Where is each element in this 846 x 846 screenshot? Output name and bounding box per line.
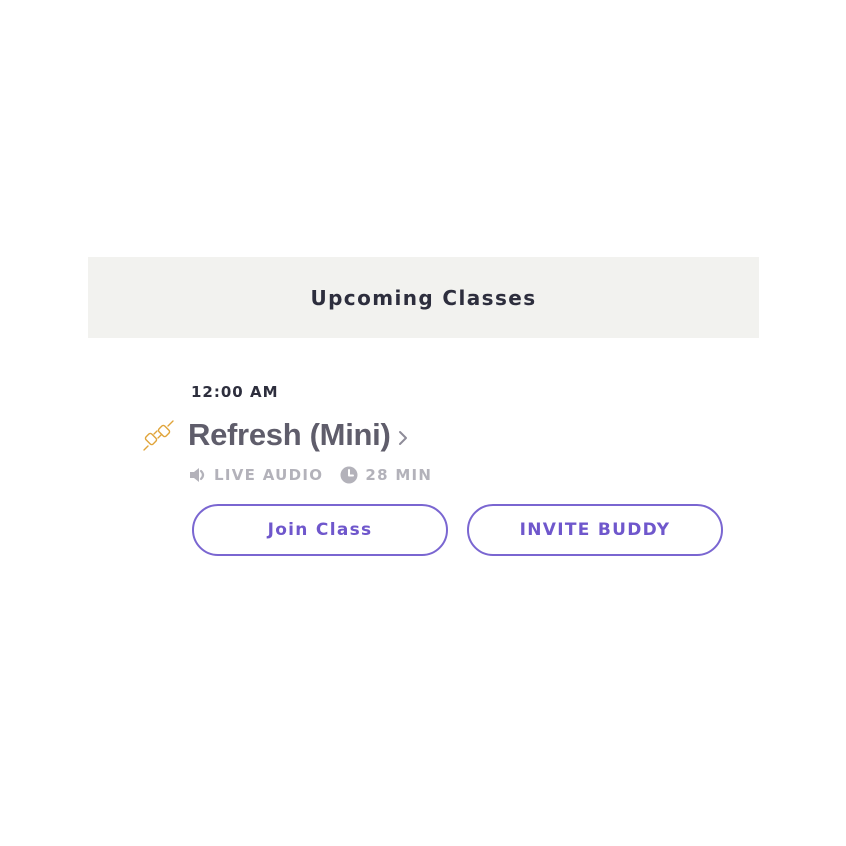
plug-icon [143, 420, 174, 451]
class-time: 12:00 AM [191, 383, 279, 401]
class-type-label: LIVE AUDIO [214, 466, 324, 484]
section-header: Upcoming Classes [88, 257, 759, 338]
class-meta: LIVE AUDIO 28 MIN [188, 464, 432, 486]
class-item: 12:00 AM Refresh (Mini) LIVE AUDIO 28 MI… [0, 0, 846, 846]
class-title: Refresh (Mini) [188, 417, 391, 452]
class-type: LIVE AUDIO [188, 465, 323, 485]
join-class-button[interactable]: Join Class [192, 504, 448, 556]
speaker-icon [190, 468, 205, 482]
invite-buddy-button[interactable]: INVITE BUDDY [467, 504, 723, 556]
class-duration-label: 28 MIN [365, 466, 433, 484]
class-duration: 28 MIN [339, 465, 432, 485]
class-title-link[interactable]: Refresh (Mini) [188, 415, 410, 455]
clock-icon [340, 466, 358, 484]
section-title: Upcoming Classes [310, 285, 537, 310]
chevron-right-icon [399, 431, 408, 445]
